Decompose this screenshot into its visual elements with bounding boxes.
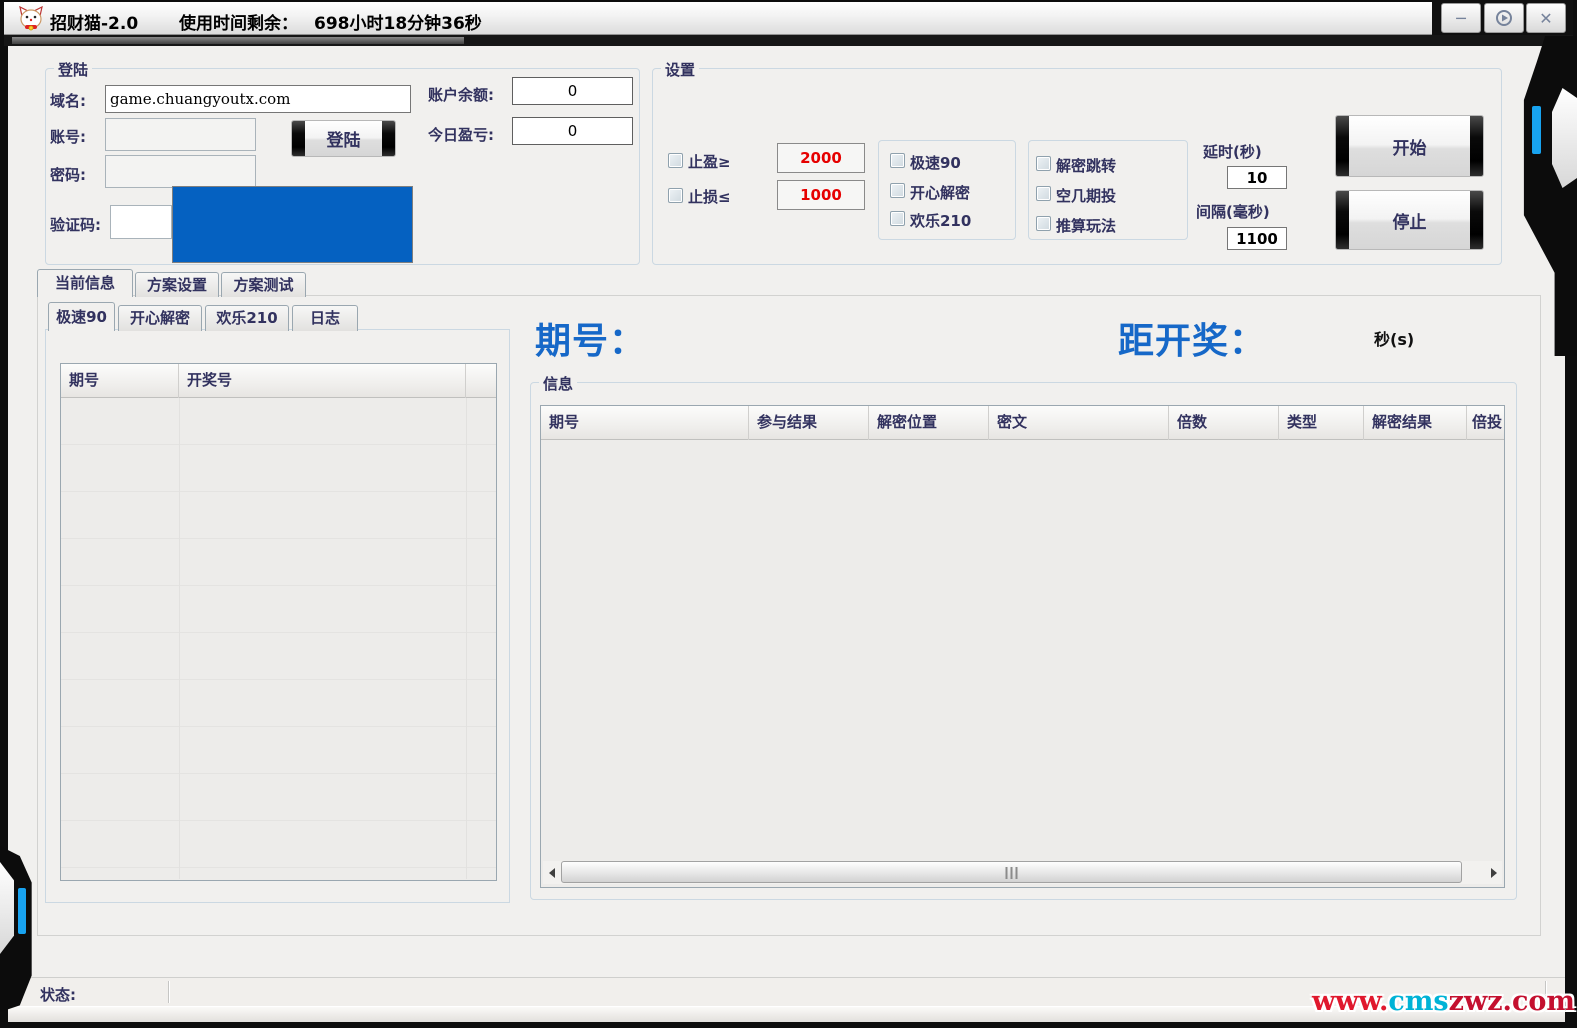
minimize-icon: ─ [1456,8,1466,28]
interval-label: 间隔(毫秒) [1196,203,1270,221]
mode-option-deduce-label: 推算玩法 [1056,217,1117,235]
login-button[interactable]: 登陆 [291,120,396,157]
close-button[interactable]: ✕ [1526,3,1566,33]
mode-option-skip-checkbox[interactable] [1036,186,1051,201]
subtab-jisu90[interactable]: 极速90 [48,302,115,331]
app-window: 招财猫-2.0 使用时间剩余： 698小时18分钟36秒 ─ ✕ 登陆 域名: … [0,0,1577,1028]
delay-input[interactable] [1227,166,1287,189]
tab-plan-settings[interactable]: 方案设置 [135,272,219,297]
mode-option-jump-checkbox[interactable] [1036,156,1051,171]
settings-icon [1496,10,1512,26]
col-info-period: 期号 [541,406,749,440]
col-bet-multiplier: 倍投 [1472,413,1503,431]
mode-option-jump-label: 解密跳转 [1056,157,1117,175]
game-option-jisu90-label: 极速90 [910,154,961,172]
password-label: 密码: [50,166,86,184]
info-table-header: 期号 参与结果 解密位置 密文 倍数 类型 解密结果 倍投 [541,406,1504,440]
info-group-label: 信息 [539,373,578,394]
game-option-jisu90-checkbox[interactable] [890,153,905,168]
frame-decoration-left [0,846,36,1012]
col-type: 类型 [1279,406,1364,440]
draws-table: 期号 开奖号 [60,363,497,881]
delay-label: 延时(秒) [1203,143,1262,161]
horizontal-scrollbar [543,861,1502,884]
account-label: 账号: [50,128,86,146]
stop-loss-label: 止损≤ [688,188,731,206]
frame-top-strip [4,35,1573,46]
titlebar: 招财猫-2.0 使用时间剩余： 698小时18分钟36秒 [4,2,1573,35]
password-input[interactable] [105,155,256,188]
minimize-button[interactable]: ─ [1441,3,1481,33]
mode-option-deduce-checkbox[interactable] [1036,216,1051,231]
subtab-kaixin[interactable]: 开心解密 [118,305,202,331]
domain-label: 域名: [50,92,86,110]
subtab-huanle210[interactable]: 欢乐210 [205,305,289,331]
game-option-kaixin-label: 开心解密 [910,184,971,202]
profit-value [512,117,633,145]
login-group-label: 登陆 [54,59,93,80]
domain-input[interactable] [105,85,411,113]
status-divider [168,981,169,1003]
stop-button[interactable]: 停止 [1335,190,1484,250]
settings-button[interactable] [1484,3,1524,33]
time-remaining-value: 698小时18分钟36秒 [314,14,482,34]
countdown-headline: 距开奖： [1118,321,1267,362]
interval-input[interactable] [1227,227,1287,250]
app-title: 招财猫-2.0 [50,14,139,34]
time-remaining-label: 使用时间剩余： [179,14,298,34]
col-period: 期号 [61,364,179,398]
tab-current-info[interactable]: 当前信息 [37,269,133,297]
right-arrow-icon [1490,867,1497,878]
close-icon: ✕ [1539,8,1553,28]
col-join-result: 参与结果 [749,406,869,440]
stop-loss-checkbox[interactable] [668,188,683,203]
seconds-unit-label: 秒(s) [1374,330,1415,349]
col-blank [466,364,496,398]
captcha-label: 验证码: [50,216,101,234]
left-arrow-icon [548,867,555,878]
scrollbar-thumb[interactable] [561,861,1462,883]
frame-decoration-right [1518,36,1577,356]
col-ciphertext: 密文 [989,406,1169,440]
balance-label: 账户余额: [428,86,494,104]
account-input[interactable] [105,118,256,151]
game-option-huanle210-label: 欢乐210 [910,212,972,230]
scroll-left-button[interactable] [543,861,560,884]
mode-option-skip-label: 空几期投 [1056,187,1117,205]
info-table: 期号 参与结果 解密位置 密文 倍数 类型 解密结果 倍投 [540,405,1505,888]
col-decrypt-pos: 解密位置 [869,406,989,440]
start-button[interactable]: 开始 [1335,115,1484,177]
col-draw-number: 开奖号 [179,364,466,398]
col-decrypt-result: 解密结果 [1364,406,1467,440]
draws-table-body [61,398,496,880]
watermark: www.cmszwz.com [1312,986,1575,1017]
lucky-cat-icon [19,6,43,31]
draws-table-header: 期号 开奖号 [61,364,496,398]
game-option-huanle210-checkbox[interactable] [890,211,905,226]
scroll-right-button[interactable] [1485,861,1502,884]
stop-loss-value[interactable] [777,180,865,210]
status-label: 状态: [40,986,76,1004]
subtab-log[interactable]: 日志 [292,305,358,331]
captcha-image[interactable] [172,186,413,263]
stop-win-checkbox[interactable] [668,153,683,168]
balance-value [512,77,633,105]
period-headline: 期号： [535,321,647,362]
col-multiple: 倍数 [1169,406,1279,440]
settings-group-label: 设置 [661,59,700,80]
profit-label: 今日盈亏: [428,126,494,144]
game-option-kaixin-checkbox[interactable] [890,183,905,198]
captcha-input[interactable] [110,205,172,239]
stop-win-value[interactable] [777,143,865,173]
stop-win-label: 止盈≥ [688,153,731,171]
tab-plan-test[interactable]: 方案测试 [221,272,306,297]
scrollbar-grip-icon [1005,867,1018,879]
